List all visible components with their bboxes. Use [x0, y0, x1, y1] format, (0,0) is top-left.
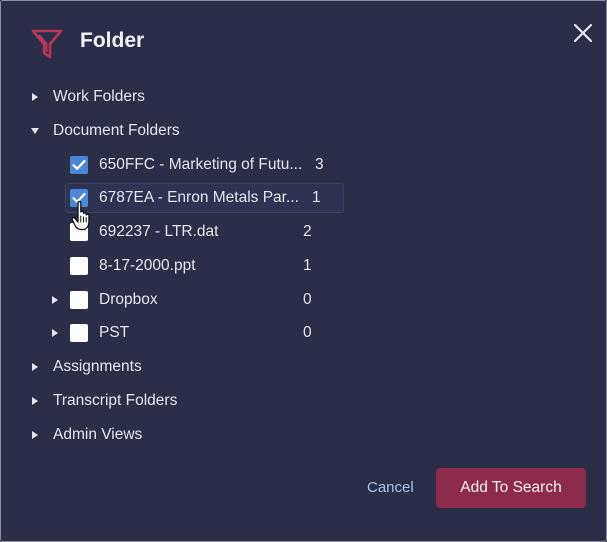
- tree-item-work-folders[interactable]: Work Folders: [53, 87, 145, 107]
- tree-item-count: 3: [315, 156, 324, 173]
- add-to-search-button[interactable]: Add To Search: [436, 468, 586, 508]
- tree-item-document-folders[interactable]: Document Folders: [53, 121, 180, 141]
- expand-admin-views-caret[interactable]: [29, 429, 41, 441]
- chevron-right-icon: [32, 397, 38, 405]
- checkmark-icon: [72, 159, 86, 170]
- filter-icon: [31, 29, 63, 59]
- tree-item-count: 1: [312, 189, 321, 206]
- chevron-right-icon: [52, 329, 58, 337]
- tree-item-transcript-folders[interactable]: Transcript Folders: [53, 391, 177, 411]
- chevron-down-icon: [31, 128, 39, 134]
- expand-work-folders-caret[interactable]: [29, 91, 41, 103]
- tree-item-assignments[interactable]: Assignments: [53, 357, 142, 377]
- chevron-right-icon: [52, 296, 58, 304]
- tree-item-count: 1: [303, 257, 312, 274]
- tree-item-count: 0: [303, 324, 312, 341]
- tree-item-label[interactable]: 8-17-2000.ppt: [99, 256, 196, 276]
- folder-dialog: Folder Work Folders Document Folders 650…: [0, 0, 607, 542]
- expand-transcript-folders-caret[interactable]: [29, 395, 41, 407]
- tree-item-admin-views[interactable]: Admin Views: [53, 425, 142, 445]
- expand-pst-caret[interactable]: [49, 327, 61, 339]
- checkbox-item-4[interactable]: [70, 291, 88, 309]
- chevron-right-icon: [32, 363, 38, 371]
- checkbox-item-0[interactable]: [70, 156, 88, 174]
- tree-item-count: 0: [303, 291, 312, 308]
- checkbox-item-3[interactable]: [70, 257, 88, 275]
- tree-item-label[interactable]: 6787EA - Enron Metals Par...: [99, 188, 299, 208]
- close-icon[interactable]: [571, 21, 595, 45]
- expand-assignments-caret[interactable]: [29, 361, 41, 373]
- checkbox-item-5[interactable]: [70, 324, 88, 342]
- dialog-title: Folder: [80, 29, 145, 52]
- chevron-right-icon: [32, 93, 38, 101]
- tree-item-label[interactable]: Dropbox: [99, 290, 158, 310]
- chevron-right-icon: [32, 431, 38, 439]
- cancel-button[interactable]: Cancel: [367, 479, 414, 497]
- tree-item-count: 2: [303, 223, 312, 240]
- collapse-document-folders-caret[interactable]: [29, 125, 41, 137]
- tree-item-label[interactable]: PST: [99, 323, 129, 343]
- tree-item-label[interactable]: 692237 - LTR.dat: [99, 222, 218, 242]
- expand-dropbox-caret[interactable]: [49, 294, 61, 306]
- hand-cursor-icon: [71, 200, 90, 231]
- tree-item-label[interactable]: 650FFC - Marketing of Futu...: [99, 155, 302, 175]
